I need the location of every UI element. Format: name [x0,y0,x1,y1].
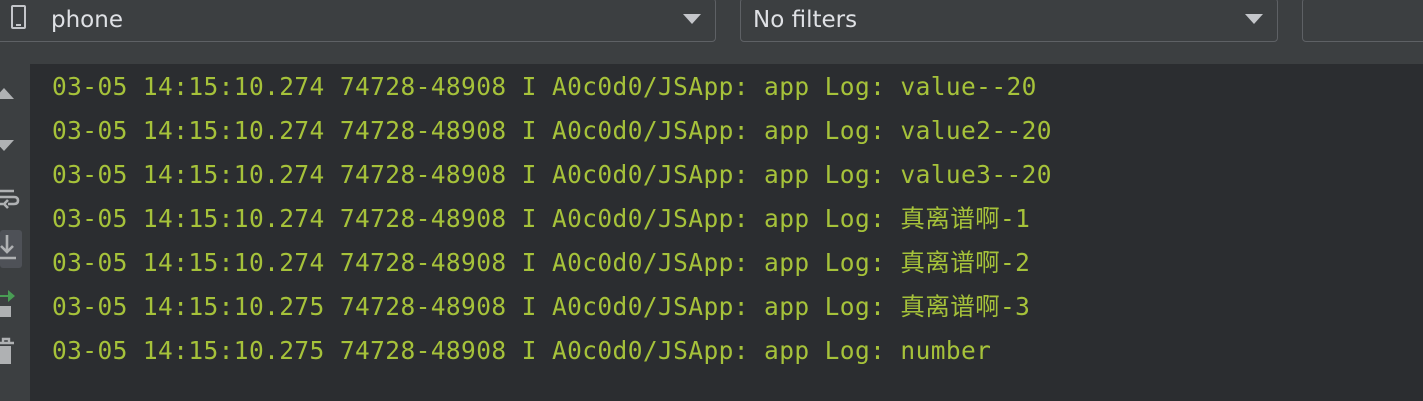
logcat-toolbar: phone No filters [0,0,1423,64]
log-line: 03-05 14:15:10.274 74728-48908 I A0c0d0/… [52,116,1052,145]
log-output[interactable]: 03-05 14:15:10.274 74728-48908 I A0c0d0/… [30,64,1423,401]
device-select-label: phone [51,7,123,33]
log-line: 03-05 14:15:10.274 74728-48908 I A0c0d0/… [52,72,1037,101]
trash-icon[interactable] [0,334,22,370]
chevron-down-icon[interactable] [683,14,701,24]
search-input[interactable] [1302,0,1423,42]
log-line: 03-05 14:15:10.274 74728-48908 I A0c0d0/… [52,160,1052,189]
log-line: 03-05 14:15:10.274 74728-48908 I A0c0d0/… [52,204,1031,233]
device-select[interactable]: phone [0,0,716,42]
log-line: 03-05 14:15:10.274 74728-48908 I A0c0d0/… [52,248,1031,277]
chevron-down-icon[interactable] [1245,14,1263,24]
scroll-up-icon[interactable] [0,76,22,106]
soft-wrap-icon[interactable] [0,182,22,212]
phone-icon [11,5,26,29]
restart-icon[interactable] [0,286,22,320]
side-toolbar [0,64,30,401]
log-line: 03-05 14:15:10.275 74728-48908 I A0c0d0/… [52,336,992,365]
log-line: 03-05 14:15:10.275 74728-48908 I A0c0d0/… [52,292,1031,321]
scroll-to-end-icon[interactable] [0,230,22,268]
filter-select-label: No filters [753,7,858,33]
scroll-down-icon[interactable] [0,130,22,160]
filter-select[interactable]: No filters [740,0,1278,42]
